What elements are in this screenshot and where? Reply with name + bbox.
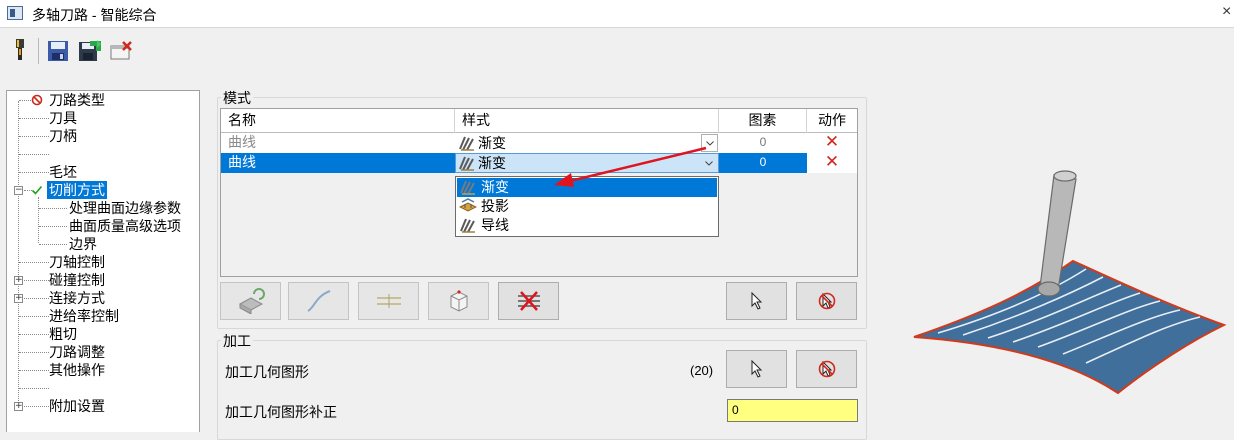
table-row[interactable]: 曲线 渐变 0 ✕ (221, 133, 857, 153)
close-icon[interactable]: × (1222, 3, 1231, 21)
check-icon (31, 184, 43, 199)
elements-count: 0 (759, 135, 767, 149)
geometry-select-button[interactable] (726, 350, 787, 388)
offset-label: 加工几何图形补正 (225, 404, 337, 420)
surface-preview-image (913, 170, 1227, 395)
app-icon (7, 6, 23, 20)
tree-item-surface-edges[interactable]: 处理曲面边缘参数 (69, 199, 181, 217)
tree-item-other-ops[interactable]: 其他操作 (49, 361, 105, 379)
expand-toggle[interactable]: + (14, 294, 23, 303)
guide-style-icon (460, 218, 476, 237)
grid-header: 名称 样式 图素 动作 (221, 109, 857, 133)
tree-item-tool-axis[interactable]: 刀轴控制 (49, 253, 105, 271)
add-geometry-button[interactable] (220, 282, 281, 320)
expand-toggle[interactable]: + (14, 402, 23, 411)
pattern-group-title: 模式 (221, 88, 253, 108)
settings-tree: − + + + 刀路类型 刀具 刀柄 毛坯 切削方式 处理曲面边缘参数 曲面质量… (6, 90, 200, 432)
column-header-style[interactable]: 样式 (455, 109, 719, 133)
geometry-clear-button[interactable] (796, 350, 857, 388)
tree-item-holder[interactable]: 刀柄 (49, 127, 77, 145)
select-button[interactable] (726, 282, 787, 320)
column-header-action[interactable]: 动作 (807, 109, 857, 133)
clear-selection-button[interactable] (796, 282, 857, 320)
process-group-title: 加工 (221, 331, 253, 351)
style-value: 渐变 (478, 135, 506, 151)
cancel-icon[interactable] (110, 38, 134, 64)
delete-icon[interactable]: ✕ (825, 132, 839, 152)
annotation-arrow (554, 146, 707, 187)
tree-item-surface-quality[interactable]: 曲面质量高级选项 (69, 217, 181, 235)
geometry-label: 加工几何图形 (225, 364, 309, 380)
tree-item-toolpath-type[interactable]: 刀路类型 (49, 91, 105, 109)
gradient-style-icon (459, 156, 475, 174)
tree-item-roughing[interactable]: 粗切 (49, 325, 77, 343)
tree-item-additional[interactable]: 附加设置 (49, 397, 105, 415)
column-header-name[interactable]: 名称 (221, 109, 455, 133)
tree-connector (18, 101, 19, 411)
gradient-style-icon (459, 136, 475, 154)
dropdown-option-guide[interactable]: 导线 (457, 216, 717, 235)
dropdown-option-projection[interactable]: 投影 (457, 197, 717, 216)
window-title: 多轴刀路 - 智能综合 (32, 7, 157, 23)
tree-item-feed-control[interactable]: 进给率控制 (49, 307, 119, 325)
box-button[interactable] (428, 282, 489, 320)
table-row-selected[interactable]: 曲线 渐变 0 ✕ (221, 153, 857, 173)
save-icon[interactable] (46, 38, 70, 64)
forbidden-icon (31, 94, 43, 109)
tree-item-stock[interactable]: 毛坯 (49, 163, 77, 181)
tool-lamp-icon[interactable] (8, 38, 32, 64)
row-name: 曲线 (228, 134, 256, 150)
remove-all-button[interactable] (498, 282, 559, 320)
delete-icon[interactable]: ✕ (825, 152, 839, 172)
curve-button[interactable] (288, 282, 349, 320)
tree-item-toolpath-adjust[interactable]: 刀路调整 (49, 343, 105, 361)
save-new-icon[interactable] (78, 38, 102, 64)
expand-toggle[interactable]: + (14, 276, 23, 285)
toolbar-separator (38, 38, 39, 64)
projection-style-icon (458, 198, 478, 218)
tree-connector (38, 197, 39, 243)
lines-button[interactable] (358, 282, 419, 320)
geometry-count: (20) (690, 363, 714, 378)
tree-item-collision[interactable]: 碰撞控制 (49, 271, 105, 289)
row-name: 曲线 (228, 154, 256, 170)
title-bar (0, 0, 1234, 28)
column-header-elements[interactable]: 图素 (719, 109, 807, 133)
offset-input[interactable]: 0 (727, 399, 858, 422)
tree-item-boundary[interactable]: 边界 (69, 235, 97, 253)
collapse-toggle[interactable]: − (14, 186, 23, 195)
tree-item-linking[interactable]: 连接方式 (49, 289, 105, 307)
tree-item-cut-pattern[interactable]: 切削方式 (47, 181, 107, 199)
elements-count: 0 (759, 155, 767, 169)
tree-item-tool[interactable]: 刀具 (49, 109, 77, 127)
style-value: 渐变 (478, 155, 506, 171)
